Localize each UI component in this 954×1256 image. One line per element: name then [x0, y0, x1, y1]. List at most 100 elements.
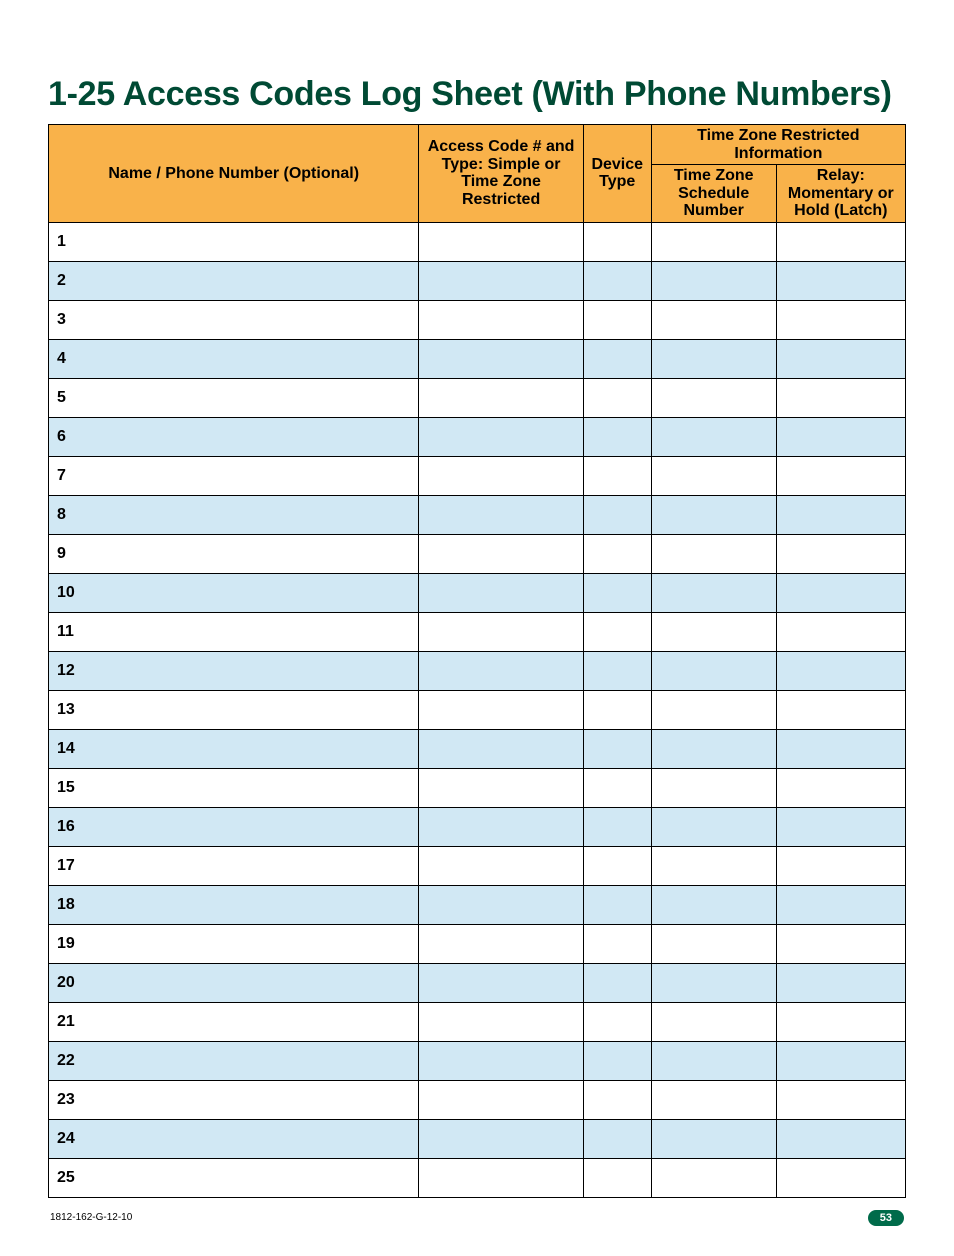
device-type-cell — [583, 222, 651, 261]
access-code-cell — [419, 612, 583, 651]
access-code-cell — [419, 300, 583, 339]
device-type-cell — [583, 1002, 651, 1041]
relay-cell — [776, 1080, 905, 1119]
header-tz-schedule: Time Zone Schedule Number — [651, 165, 776, 223]
relay-cell — [776, 729, 905, 768]
tz-schedule-cell — [651, 924, 776, 963]
row-number-cell: 1 — [49, 222, 419, 261]
device-type-cell — [583, 1041, 651, 1080]
device-type-cell — [583, 807, 651, 846]
table-row: 14 — [49, 729, 906, 768]
row-number-cell: 6 — [49, 417, 419, 456]
relay-cell — [776, 612, 905, 651]
device-type-cell — [583, 846, 651, 885]
row-number-cell: 19 — [49, 924, 419, 963]
table-row: 19 — [49, 924, 906, 963]
device-type-cell — [583, 1119, 651, 1158]
row-number-cell: 24 — [49, 1119, 419, 1158]
tz-schedule-cell — [651, 378, 776, 417]
tz-schedule-cell — [651, 807, 776, 846]
access-code-cell — [419, 651, 583, 690]
row-number-cell: 10 — [49, 573, 419, 612]
tz-schedule-cell — [651, 651, 776, 690]
table-body: 1234567891011121314151617181920212223242… — [49, 222, 906, 1197]
access-code-cell — [419, 222, 583, 261]
row-number-cell: 2 — [49, 261, 419, 300]
row-number-cell: 22 — [49, 1041, 419, 1080]
table-row: 9 — [49, 534, 906, 573]
relay-cell — [776, 924, 905, 963]
row-number-cell: 20 — [49, 963, 419, 1002]
device-type-cell — [583, 495, 651, 534]
table-row: 2 — [49, 261, 906, 300]
footer-page-number: 53 — [868, 1210, 904, 1226]
tz-schedule-cell — [651, 1002, 776, 1041]
device-type-cell — [583, 885, 651, 924]
tz-schedule-cell — [651, 1041, 776, 1080]
table-row: 16 — [49, 807, 906, 846]
device-type-cell — [583, 612, 651, 651]
access-code-cell — [419, 573, 583, 612]
tz-schedule-cell — [651, 339, 776, 378]
relay-cell — [776, 1041, 905, 1080]
tz-schedule-cell — [651, 456, 776, 495]
access-code-cell — [419, 456, 583, 495]
tz-schedule-cell — [651, 1158, 776, 1197]
access-code-cell — [419, 1041, 583, 1080]
device-type-cell — [583, 378, 651, 417]
table-row: 21 — [49, 1002, 906, 1041]
row-number-cell: 21 — [49, 1002, 419, 1041]
table-row: 1 — [49, 222, 906, 261]
tz-schedule-cell — [651, 495, 776, 534]
device-type-cell — [583, 690, 651, 729]
header-relay: Relay: Momentary or Hold (Latch) — [776, 165, 905, 223]
tz-schedule-cell — [651, 222, 776, 261]
tz-schedule-cell — [651, 963, 776, 1002]
relay-cell — [776, 1158, 905, 1197]
tz-schedule-cell — [651, 1080, 776, 1119]
row-number-cell: 12 — [49, 651, 419, 690]
access-code-cell — [419, 768, 583, 807]
access-code-cell — [419, 1080, 583, 1119]
tz-schedule-cell — [651, 534, 776, 573]
relay-cell — [776, 1119, 905, 1158]
tz-schedule-cell — [651, 690, 776, 729]
device-type-cell — [583, 963, 651, 1002]
relay-cell — [776, 1002, 905, 1041]
access-code-cell — [419, 495, 583, 534]
header-device-type: Device Type — [583, 125, 651, 223]
access-code-cell — [419, 963, 583, 1002]
relay-cell — [776, 378, 905, 417]
device-type-cell — [583, 300, 651, 339]
row-number-cell: 5 — [49, 378, 419, 417]
row-number-cell: 25 — [49, 1158, 419, 1197]
access-code-cell — [419, 534, 583, 573]
access-code-cell — [419, 807, 583, 846]
table-row: 6 — [49, 417, 906, 456]
table-row: 13 — [49, 690, 906, 729]
device-type-cell — [583, 417, 651, 456]
tz-schedule-cell — [651, 729, 776, 768]
relay-cell — [776, 690, 905, 729]
device-type-cell — [583, 924, 651, 963]
table-header: Name / Phone Number (Optional) Access Co… — [49, 125, 906, 223]
table-row: 20 — [49, 963, 906, 1002]
device-type-cell — [583, 729, 651, 768]
relay-cell — [776, 651, 905, 690]
access-code-cell — [419, 924, 583, 963]
row-number-cell: 4 — [49, 339, 419, 378]
table-row: 7 — [49, 456, 906, 495]
row-number-cell: 18 — [49, 885, 419, 924]
table-row: 24 — [49, 1119, 906, 1158]
tz-schedule-cell — [651, 768, 776, 807]
device-type-cell — [583, 1158, 651, 1197]
tz-schedule-cell — [651, 885, 776, 924]
device-type-cell — [583, 534, 651, 573]
access-code-cell — [419, 339, 583, 378]
table-row: 12 — [49, 651, 906, 690]
access-code-cell — [419, 1002, 583, 1041]
row-number-cell: 23 — [49, 1080, 419, 1119]
row-number-cell: 3 — [49, 300, 419, 339]
access-code-cell — [419, 378, 583, 417]
access-code-cell — [419, 885, 583, 924]
